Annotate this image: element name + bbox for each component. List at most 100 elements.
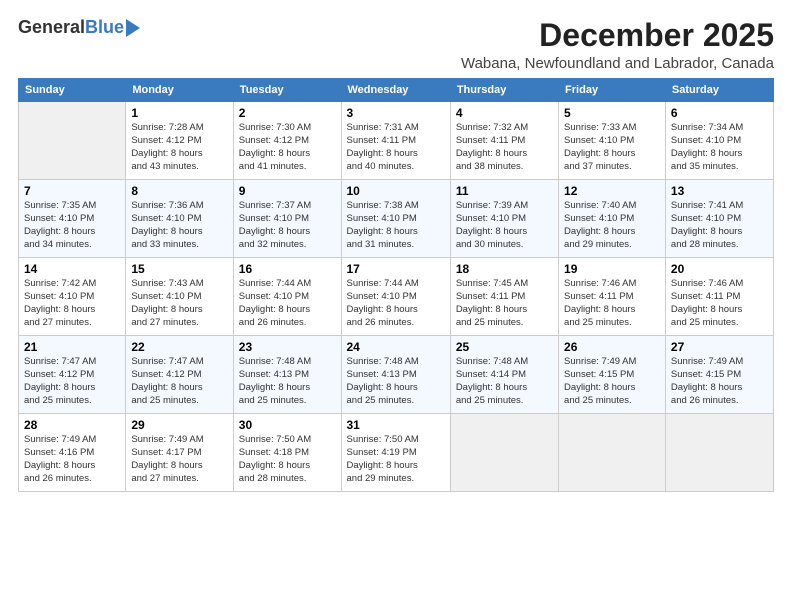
cell-info: Sunrise: 7:49 AM Sunset: 4:17 PM Dayligh… bbox=[131, 434, 203, 483]
calendar-table: SundayMondayTuesdayWednesdayThursdayFrid… bbox=[18, 78, 774, 492]
cell-info: Sunrise: 7:50 AM Sunset: 4:18 PM Dayligh… bbox=[239, 434, 311, 483]
day-number: 21 bbox=[24, 340, 120, 354]
calendar-cell: 18Sunrise: 7:45 AM Sunset: 4:11 PM Dayli… bbox=[450, 258, 558, 336]
day-number: 11 bbox=[456, 184, 553, 198]
day-number: 7 bbox=[24, 184, 120, 198]
day-number: 9 bbox=[239, 184, 336, 198]
cell-info: Sunrise: 7:46 AM Sunset: 4:11 PM Dayligh… bbox=[671, 278, 743, 327]
day-number: 13 bbox=[671, 184, 768, 198]
calendar-cell bbox=[450, 414, 558, 492]
day-number: 30 bbox=[239, 418, 336, 432]
calendar-cell: 21 Sunrise: 7:47 AM Sunset: 4:12 PM Dayli… bbox=[19, 336, 126, 414]
logo-general: General bbox=[18, 18, 85, 38]
day-number: 20 bbox=[671, 262, 768, 276]
calendar-cell: 23 Sunrise: 7:48 AM Sunset: 4:13 PM Dayli… bbox=[233, 336, 341, 414]
day-number: 10 bbox=[347, 184, 445, 198]
cell-info: Sunrise: 7:33 AM Sunset: 4:10 PM Dayligh… bbox=[564, 122, 636, 171]
col-header-thursday: Thursday bbox=[450, 79, 558, 102]
calendar-cell: 22Sunrise: 7:47 AM Sunset: 4:12 PM Dayli… bbox=[126, 336, 233, 414]
day-number: 14 bbox=[24, 262, 120, 276]
cell-info: Sunrise: 7:34 AM Sunset: 4:10 PM Dayligh… bbox=[671, 122, 743, 171]
cell-info: Sunrise: 7:31 AM Sunset: 4:11 PM Dayligh… bbox=[347, 122, 419, 171]
col-header-wednesday: Wednesday bbox=[341, 79, 450, 102]
col-header-tuesday: Tuesday bbox=[233, 79, 341, 102]
day-number: 2 bbox=[239, 106, 336, 120]
col-header-sunday: Sunday bbox=[19, 79, 126, 102]
day-number: 4 bbox=[456, 106, 553, 120]
day-number: 24 bbox=[347, 340, 445, 354]
cell-info: Sunrise: 7:35 AM Sunset: 4:10 PM Dayligh… bbox=[24, 200, 96, 249]
week-row-2: 7 Sunrise: 7:35 AM Sunset: 4:10 PM Daylig… bbox=[19, 180, 774, 258]
calendar-cell: 20 Sunrise: 7:46 AM Sunset: 4:11 PM Dayli… bbox=[665, 258, 773, 336]
cell-info: Sunrise: 7:39 AM Sunset: 4:10 PM Dayligh… bbox=[456, 200, 528, 249]
calendar-cell bbox=[665, 414, 773, 492]
calendar-cell: 16 Sunrise: 7:44 AM Sunset: 4:10 PM Dayli… bbox=[233, 258, 341, 336]
day-number: 17 bbox=[347, 262, 445, 276]
day-number: 27 bbox=[671, 340, 768, 354]
calendar-cell: 6 Sunrise: 7:34 AM Sunset: 4:10 PM Daylig… bbox=[665, 102, 773, 180]
day-number: 31 bbox=[347, 418, 445, 432]
cell-info: Sunrise: 7:37 AM Sunset: 4:10 PM Dayligh… bbox=[239, 200, 311, 249]
logo: General Blue bbox=[18, 18, 140, 38]
day-number: 23 bbox=[239, 340, 336, 354]
cell-info: Sunrise: 7:50 AM Sunset: 4:19 PM Dayligh… bbox=[347, 434, 419, 483]
cell-info: Sunrise: 7:38 AM Sunset: 4:10 PM Dayligh… bbox=[347, 200, 419, 249]
calendar-cell: 15Sunrise: 7:43 AM Sunset: 4:10 PM Dayli… bbox=[126, 258, 233, 336]
cell-info: Sunrise: 7:44 AM Sunset: 4:10 PM Dayligh… bbox=[239, 278, 311, 327]
day-number: 29 bbox=[131, 418, 227, 432]
cell-info: Sunrise: 7:30 AM Sunset: 4:12 PM Dayligh… bbox=[239, 122, 311, 171]
cell-info: Sunrise: 7:32 AM Sunset: 4:11 PM Dayligh… bbox=[456, 122, 528, 171]
cell-info: Sunrise: 7:43 AM Sunset: 4:10 PM Dayligh… bbox=[131, 278, 203, 327]
cell-info: Sunrise: 7:47 AM Sunset: 4:12 PM Dayligh… bbox=[24, 356, 96, 405]
cell-info: Sunrise: 7:36 AM Sunset: 4:10 PM Dayligh… bbox=[131, 200, 203, 249]
cell-info: Sunrise: 7:48 AM Sunset: 4:13 PM Dayligh… bbox=[239, 356, 311, 405]
calendar-cell: 17 Sunrise: 7:44 AM Sunset: 4:10 PM Dayli… bbox=[341, 258, 450, 336]
day-number: 22 bbox=[131, 340, 227, 354]
cell-info: Sunrise: 7:42 AM Sunset: 4:10 PM Dayligh… bbox=[24, 278, 96, 327]
calendar-cell: 28 Sunrise: 7:49 AM Sunset: 4:16 PM Dayli… bbox=[19, 414, 126, 492]
week-row-3: 14 Sunrise: 7:42 AM Sunset: 4:10 PM Dayli… bbox=[19, 258, 774, 336]
cell-info: Sunrise: 7:49 AM Sunset: 4:16 PM Dayligh… bbox=[24, 434, 96, 483]
day-number: 18 bbox=[456, 262, 553, 276]
calendar-page: General Blue December 2025 Wabana, Newfo… bbox=[0, 0, 792, 612]
cell-info: Sunrise: 7:44 AM Sunset: 4:10 PM Dayligh… bbox=[347, 278, 419, 327]
calendar-cell: 12Sunrise: 7:40 AM Sunset: 4:10 PM Dayli… bbox=[559, 180, 666, 258]
calendar-cell: 2 Sunrise: 7:30 AM Sunset: 4:12 PM Daylig… bbox=[233, 102, 341, 180]
calendar-cell bbox=[19, 102, 126, 180]
day-number: 28 bbox=[24, 418, 120, 432]
calendar-cell bbox=[559, 414, 666, 492]
cell-info: Sunrise: 7:41 AM Sunset: 4:10 PM Dayligh… bbox=[671, 200, 743, 249]
week-row-5: 28 Sunrise: 7:49 AM Sunset: 4:16 PM Dayli… bbox=[19, 414, 774, 492]
calendar-cell: 31 Sunrise: 7:50 AM Sunset: 4:19 PM Dayli… bbox=[341, 414, 450, 492]
cell-info: Sunrise: 7:49 AM Sunset: 4:15 PM Dayligh… bbox=[671, 356, 743, 405]
day-number: 1 bbox=[131, 106, 227, 120]
day-number: 5 bbox=[564, 106, 660, 120]
day-number: 3 bbox=[347, 106, 445, 120]
day-number: 6 bbox=[671, 106, 768, 120]
calendar-cell: 27 Sunrise: 7:49 AM Sunset: 4:15 PM Dayli… bbox=[665, 336, 773, 414]
day-number: 26 bbox=[564, 340, 660, 354]
col-header-monday: Monday bbox=[126, 79, 233, 102]
title-block: December 2025 Wabana, Newfoundland and L… bbox=[461, 18, 774, 72]
calendar-cell: 1Sunrise: 7:28 AM Sunset: 4:12 PM Daylig… bbox=[126, 102, 233, 180]
header: General Blue December 2025 Wabana, Newfo… bbox=[18, 18, 774, 72]
calendar-cell: 11 Sunrise: 7:39 AM Sunset: 4:10 PM Dayli… bbox=[450, 180, 558, 258]
day-number: 16 bbox=[239, 262, 336, 276]
calendar-cell: 10 Sunrise: 7:38 AM Sunset: 4:10 PM Dayli… bbox=[341, 180, 450, 258]
calendar-cell: 26 Sunrise: 7:49 AM Sunset: 4:15 PM Dayli… bbox=[559, 336, 666, 414]
cell-info: Sunrise: 7:48 AM Sunset: 4:13 PM Dayligh… bbox=[347, 356, 419, 405]
calendar-cell: 8Sunrise: 7:36 AM Sunset: 4:10 PM Daylig… bbox=[126, 180, 233, 258]
day-number: 12 bbox=[564, 184, 660, 198]
week-row-1: 1Sunrise: 7:28 AM Sunset: 4:12 PM Daylig… bbox=[19, 102, 774, 180]
logo-blue: Blue bbox=[85, 18, 124, 38]
cell-info: Sunrise: 7:49 AM Sunset: 4:15 PM Dayligh… bbox=[564, 356, 636, 405]
cell-info: Sunrise: 7:46 AM Sunset: 4:11 PM Dayligh… bbox=[564, 278, 636, 327]
col-header-saturday: Saturday bbox=[665, 79, 773, 102]
calendar-cell: 9 Sunrise: 7:37 AM Sunset: 4:10 PM Daylig… bbox=[233, 180, 341, 258]
calendar-cell: 13 Sunrise: 7:41 AM Sunset: 4:10 PM Dayli… bbox=[665, 180, 773, 258]
calendar-cell: 24 Sunrise: 7:48 AM Sunset: 4:13 PM Dayli… bbox=[341, 336, 450, 414]
logo-text: General Blue bbox=[18, 18, 140, 38]
header-row: SundayMondayTuesdayWednesdayThursdayFrid… bbox=[19, 79, 774, 102]
calendar-cell: 4 Sunrise: 7:32 AM Sunset: 4:11 PM Daylig… bbox=[450, 102, 558, 180]
calendar-cell: 5 Sunrise: 7:33 AM Sunset: 4:10 PM Daylig… bbox=[559, 102, 666, 180]
